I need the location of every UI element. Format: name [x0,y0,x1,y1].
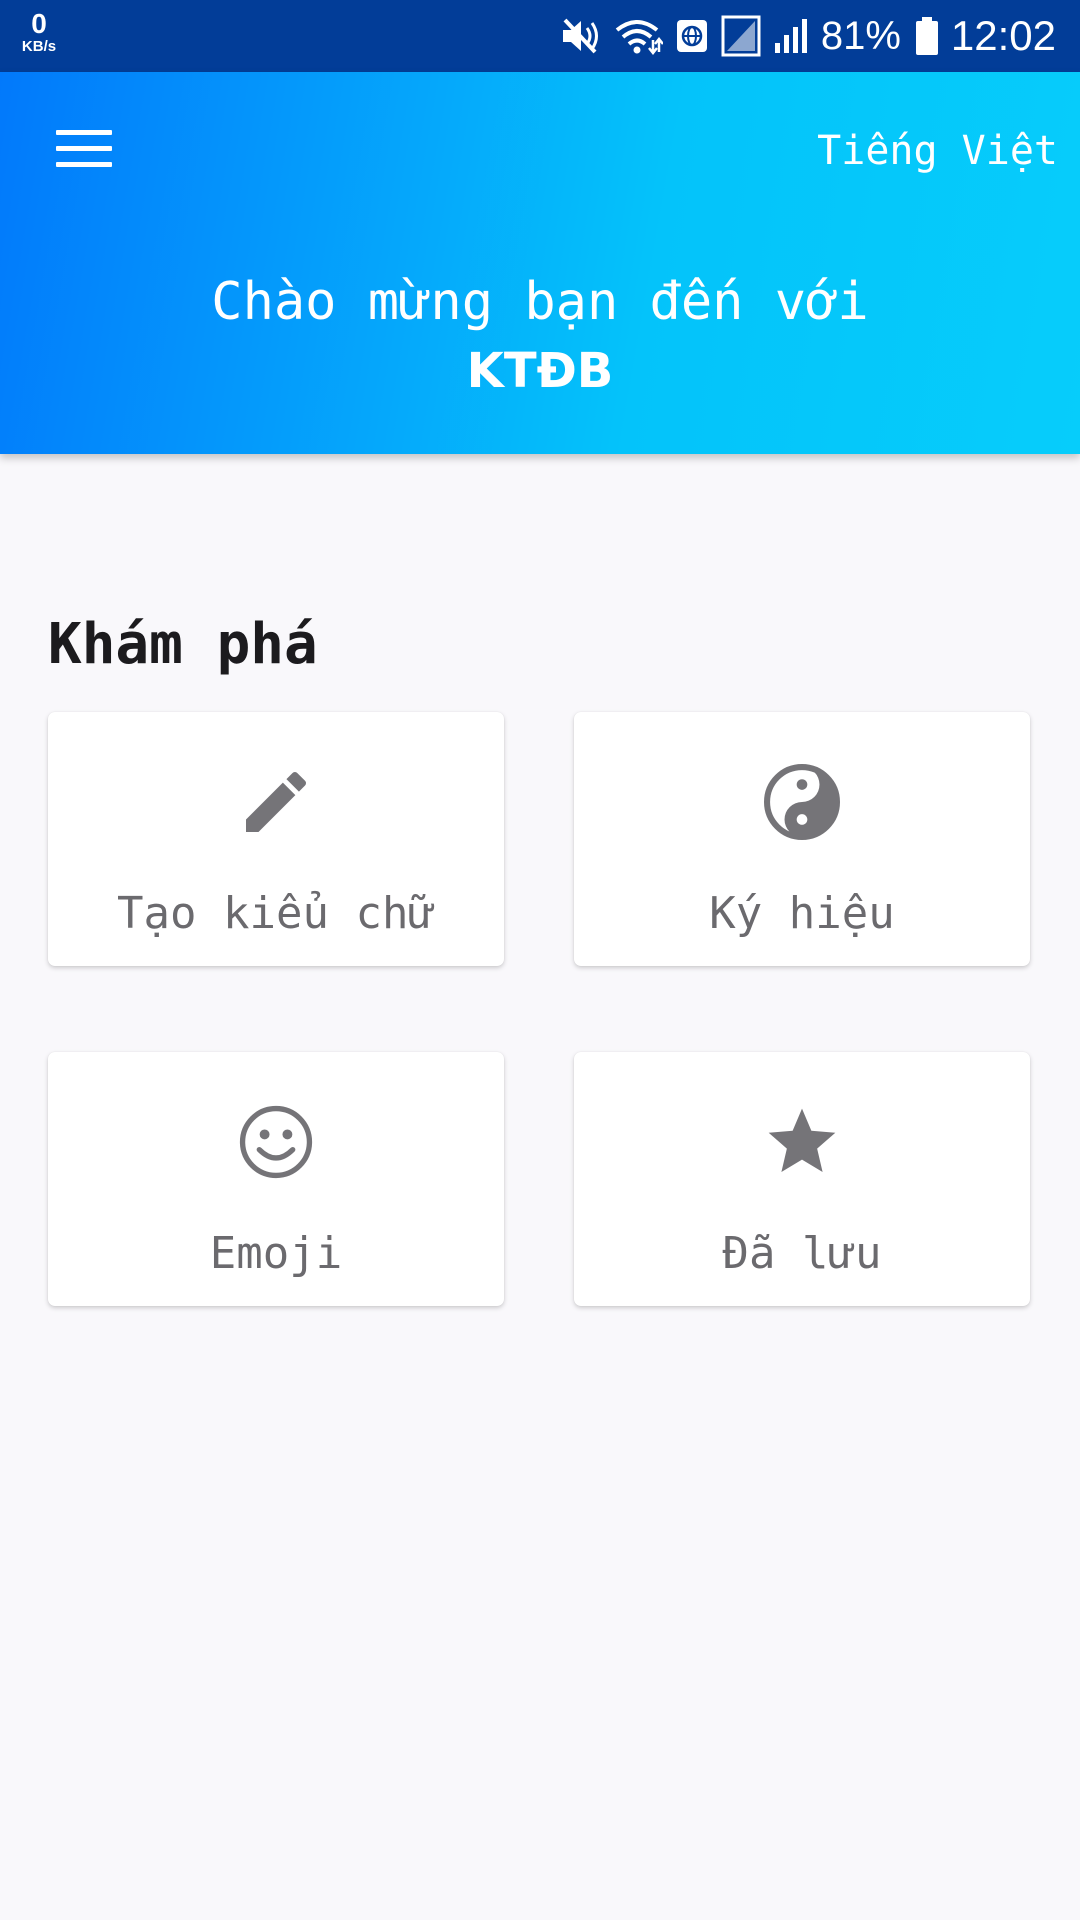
status-icons: 81% 12:02 [559,0,1080,72]
section-title: Khám phá [48,612,318,677]
star-icon [574,1102,1030,1182]
saved-card[interactable]: Đã lưu [574,1052,1030,1306]
create-font-style-card[interactable]: Tạo kiểu chữ [48,712,504,966]
wifi-icon [615,16,663,56]
card-label: Ký hiệu [709,888,895,939]
signal-icon [773,17,809,55]
battery-percent: 81% [820,13,901,58]
network-speed: 0 KB/s [16,8,62,55]
card-label: Emoji [209,1228,343,1279]
network-speed-unit: KB/s [21,38,57,55]
menu-bar [56,146,112,151]
mute-icon [559,16,603,56]
menu-bar [56,162,112,167]
language-selector[interactable]: Tiếng Việt [817,128,1058,174]
hamburger-menu-icon[interactable] [40,122,128,178]
emoji-card[interactable]: Emoji [48,1052,504,1306]
menu-bar [56,130,112,135]
pencil-icon [48,762,504,842]
card-label: Tạo kiểu chữ [117,888,435,939]
no-sim-icon [721,15,761,57]
clock: 12:02 [950,12,1056,59]
header-banner: Tiếng Việt Chào mừng bạn đến với KTĐB [0,72,1080,454]
card-label: Đã lưu [722,1228,882,1279]
smiley-icon [48,1102,504,1182]
battery-icon [915,16,939,56]
network-speed-value: 0 [31,8,47,39]
app-name: KTĐB [466,343,614,399]
status-bar: 0 KB/s 81% 12:02 [0,0,1080,72]
welcome-message: Chào mừng bạn đến với KTĐB [0,270,1080,402]
yin-yang-icon [574,762,1030,842]
symbols-card[interactable]: Ký hiệu [574,712,1030,966]
welcome-line: Chào mừng bạn đến với [211,272,869,332]
vpn-globe-icon [675,18,709,54]
